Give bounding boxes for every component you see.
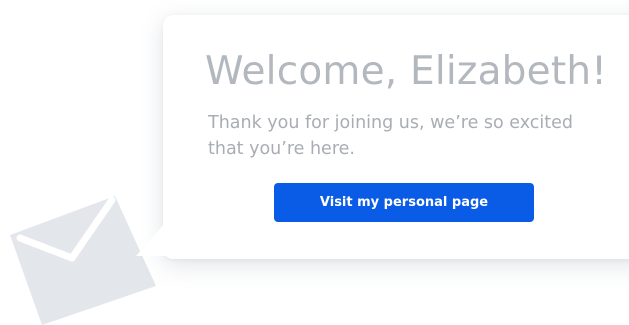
- visit-personal-page-button[interactable]: Visit my personal page: [274, 183, 534, 222]
- envelope-body: [10, 196, 156, 325]
- envelope-flap: [16, 196, 116, 262]
- welcome-message: Thank you for joining us, we’re so excit…: [208, 113, 574, 159]
- welcome-screen: Welcome, Elizabeth! Thank you for joinin…: [0, 0, 629, 325]
- welcome-title: Welcome, Elizabeth!: [205, 49, 608, 94]
